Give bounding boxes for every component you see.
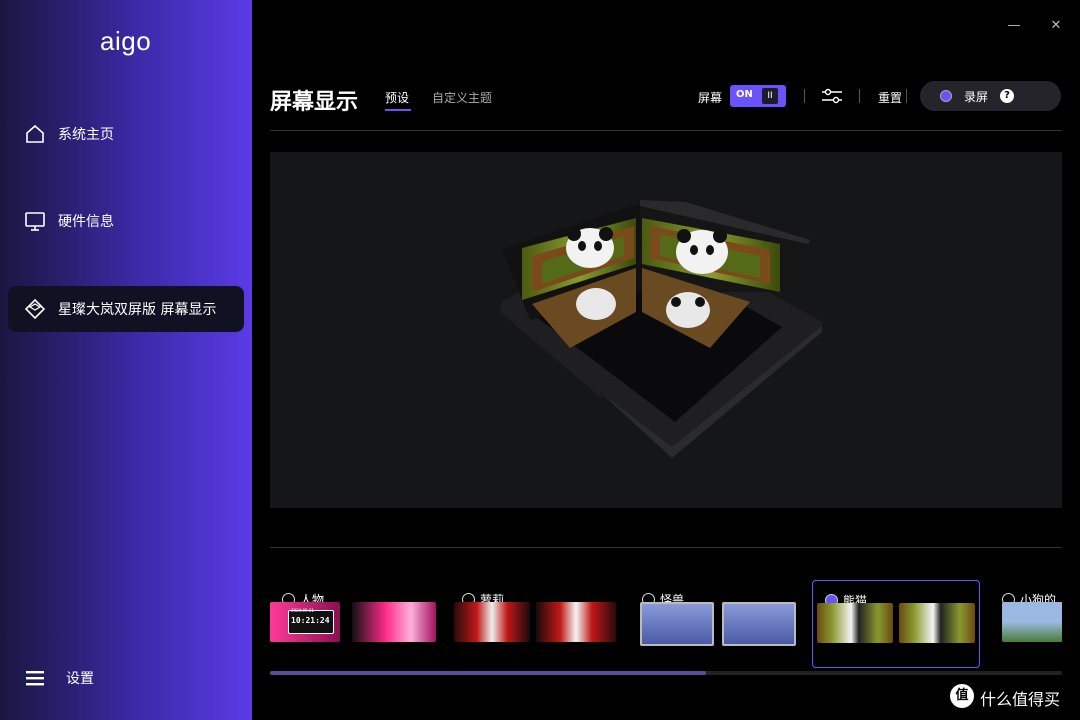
theme-card-loli[interactable]: 萝莉	[450, 580, 620, 666]
theme-scrollbar[interactable]	[270, 671, 1062, 675]
reset-button[interactable]: 重置	[878, 89, 902, 106]
sidebar-item-label: 系统主页	[58, 127, 114, 143]
divider	[859, 89, 860, 103]
section-divider	[270, 547, 1062, 548]
record-dot-icon	[940, 90, 952, 102]
theme-thumbnail	[817, 603, 893, 643]
sliders-icon[interactable]	[821, 87, 843, 105]
active-tab-indicator	[385, 109, 411, 111]
minimize-button[interactable]: —	[1004, 16, 1024, 36]
watermark-badge: 值	[950, 684, 974, 708]
theme-list: 人物 2024.09.21 10:21:24 萝莉 怪兽 熊猫 小狗的	[270, 580, 1062, 672]
theme-card-character[interactable]: 人物 2024.09.21 10:21:24	[270, 580, 440, 666]
scrollbar-thumb[interactable]	[270, 671, 706, 675]
watermark: 值 什么值得买	[950, 684, 1075, 712]
theme-thumbnail	[722, 602, 796, 646]
sidebar-item-label: 星璨大岚双屏版 屏幕显示	[58, 302, 217, 318]
sidebar-item-home[interactable]: 系统主页	[8, 111, 244, 157]
thumbnail-date: 2024.09.21	[291, 608, 314, 613]
theme-card-puppy[interactable]: 小狗的	[990, 580, 1062, 666]
settings-label: 设置	[66, 671, 94, 687]
menu-icon	[26, 671, 44, 686]
sidebar-item-settings[interactable]: 设置	[8, 655, 244, 701]
record-label: 录屏	[964, 90, 989, 104]
tab-custom-theme[interactable]: 自定义主题	[432, 89, 492, 106]
record-button[interactable]: 录屏 ?	[920, 81, 1061, 111]
theme-thumbnail	[454, 602, 530, 642]
theme-card-panda[interactable]: 熊猫	[812, 580, 980, 668]
pause-icon[interactable]: II	[762, 88, 778, 104]
watermark-text: 什么值得买	[980, 690, 1061, 709]
close-button[interactable]: ✕	[1046, 16, 1066, 36]
screen-toggle-label: 屏幕	[698, 91, 723, 105]
divider	[804, 89, 805, 103]
theme-thumbnail	[640, 602, 714, 646]
theme-thumbnail	[899, 603, 975, 643]
theme-thumbnail	[352, 602, 436, 642]
aigo-logo: aigo	[100, 26, 152, 56]
sidebar-item-screen-display[interactable]: 星璨大岚双屏版 屏幕显示	[8, 286, 244, 332]
cube-icon	[24, 298, 46, 320]
theme-card-monster[interactable]: 怪兽	[630, 580, 800, 666]
header-divider	[270, 130, 1062, 131]
theme-thumbnail	[536, 602, 616, 642]
help-icon[interactable]: ?	[1000, 89, 1014, 103]
thumbnail-clock-time: 10:21:24	[291, 616, 330, 625]
divider	[906, 89, 907, 103]
thumbnail-clock: 2024.09.21 10:21:24	[274, 602, 340, 642]
page-title: 屏幕显示	[270, 90, 359, 115]
dual-screen-device-render	[500, 200, 822, 458]
tab-preset[interactable]: 预设	[385, 89, 409, 106]
sidebar-item-label: 硬件信息	[58, 214, 114, 230]
device-preview	[270, 152, 1062, 508]
main-panel: — ✕ 屏幕显示 预设 自定义主题 屏幕 ON II 重置 录屏 ? 人物 20…	[252, 0, 1080, 720]
home-icon	[26, 124, 44, 143]
sidebar-item-hardware[interactable]: 硬件信息	[8, 198, 244, 244]
theme-thumbnail	[1002, 602, 1062, 642]
sidebar: aigo 系统主页 硬件信息 星璨大岚双屏版 屏幕显示 设置	[0, 0, 252, 720]
toggle-state-label: ON	[736, 89, 753, 100]
screen-toggle[interactable]: ON II	[730, 85, 786, 107]
monitor-icon	[25, 212, 45, 231]
